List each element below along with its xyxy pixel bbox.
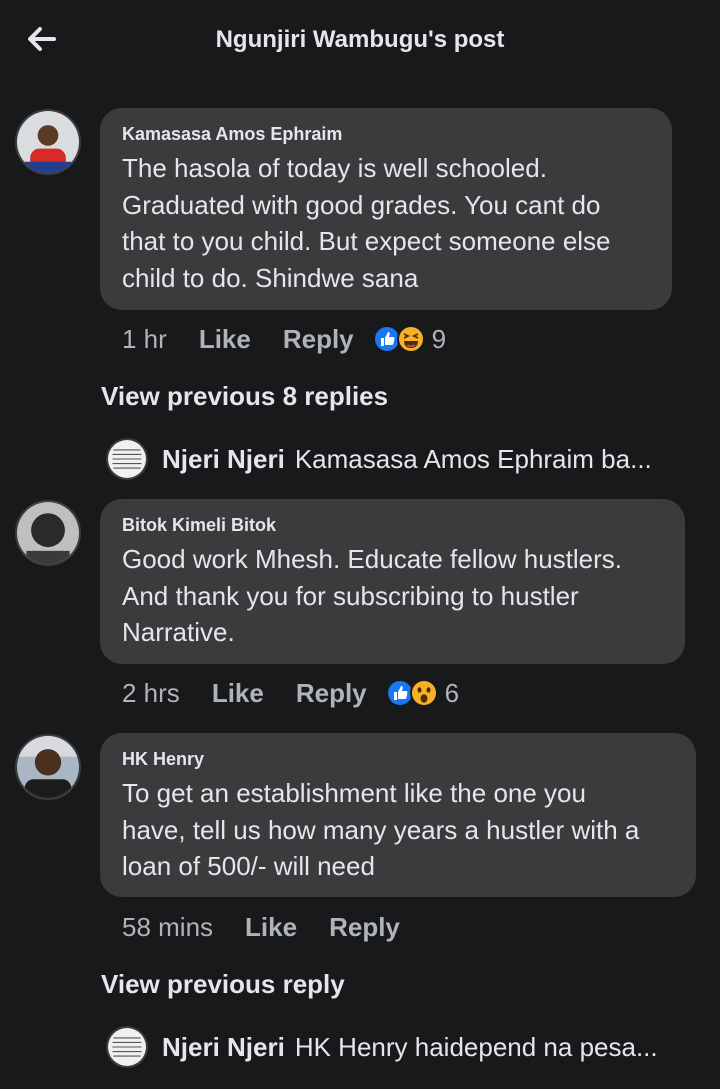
comment-meta: 58 mins Like Reply bbox=[122, 910, 432, 944]
reply-text: Kamasasa Amos Ephraim ba... bbox=[294, 443, 652, 474]
reaction-count: 6 bbox=[444, 677, 460, 708]
like-button[interactable]: Like bbox=[212, 678, 264, 709]
avatar-njeri[interactable] bbox=[106, 1026, 148, 1068]
comment-bubble: Kamasasa Amos Ephraim The hasola of toda… bbox=[100, 108, 672, 310]
comment-text: Good work Mhesh. Educate fellow hustlers… bbox=[122, 544, 623, 647]
avatar-bitok[interactable] bbox=[15, 500, 81, 566]
comment-timestamp: 1 hr bbox=[122, 323, 167, 354]
comment-meta: 2 hrs Like Reply 6 bbox=[122, 676, 459, 710]
comment-text: The hasola of today is well schooled. Gr… bbox=[122, 153, 611, 293]
reply-button[interactable]: Reply bbox=[283, 324, 354, 355]
like-button[interactable]: Like bbox=[199, 324, 251, 355]
profile-photo bbox=[17, 736, 79, 798]
reply-author[interactable]: Njeri Njeri bbox=[162, 1032, 285, 1063]
reaction-count: 9 bbox=[431, 323, 447, 354]
laugh-icon bbox=[396, 325, 425, 353]
reply-button[interactable]: Reply bbox=[329, 912, 400, 943]
reply-preview[interactable]: Njeri Njeri HK Henry haidepend na pesa..… bbox=[106, 1025, 658, 1069]
comment-text: To get an establishment like the one you… bbox=[122, 778, 640, 881]
top-bar: Ngunjiri Wambugu's post bbox=[0, 0, 720, 84]
view-previous-replies[interactable]: View previous reply bbox=[101, 969, 345, 1000]
profile-photo bbox=[108, 1028, 146, 1066]
comment-author[interactable]: Bitok Kimeli Bitok bbox=[122, 513, 663, 537]
profile-photo bbox=[17, 502, 79, 564]
comment-timestamp: 2 hrs bbox=[122, 677, 180, 708]
comment-timestamp: 58 mins bbox=[122, 911, 214, 942]
wow-icon bbox=[409, 679, 438, 707]
comment-author[interactable]: HK Henry bbox=[122, 747, 674, 771]
reply-preview[interactable]: Njeri Njeri Kamasasa Amos Ephraim ba... bbox=[106, 437, 652, 481]
reactions-summary[interactable]: 9 bbox=[372, 324, 446, 355]
comment-bubble: Bitok Kimeli Bitok Good work Mhesh. Educ… bbox=[100, 499, 685, 664]
avatar-njeri[interactable] bbox=[106, 438, 148, 480]
reply-button[interactable]: Reply bbox=[296, 678, 367, 709]
page-title: Ngunjiri Wambugu's post bbox=[215, 26, 505, 53]
avatar-hk-henry[interactable] bbox=[15, 734, 81, 800]
comment-bubble: HK Henry To get an establishment like th… bbox=[100, 733, 696, 897]
comment-author[interactable]: Kamasasa Amos Ephraim bbox=[122, 122, 650, 146]
reply-author[interactable]: Njeri Njeri bbox=[162, 444, 285, 475]
avatar-kamasasa[interactable] bbox=[15, 109, 81, 175]
profile-photo bbox=[17, 111, 79, 173]
like-button[interactable]: Like bbox=[245, 912, 297, 943]
reply-text: HK Henry haidepend na pesa... bbox=[294, 1031, 658, 1062]
reactions-summary[interactable]: 6 bbox=[385, 678, 459, 709]
comment-meta: 1 hr Like Reply 9 bbox=[122, 322, 446, 356]
profile-photo bbox=[108, 440, 146, 478]
view-previous-replies[interactable]: View previous 8 replies bbox=[101, 381, 388, 412]
